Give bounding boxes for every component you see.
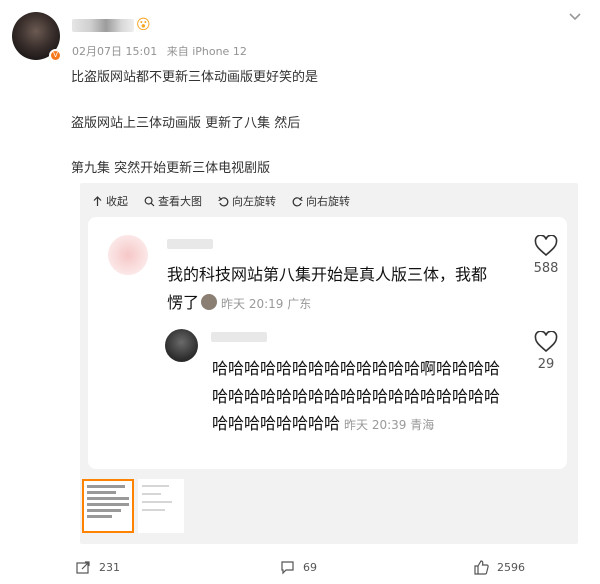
thumbnail-strip [80, 479, 190, 535]
comment-icon [281, 561, 294, 575]
rotate-left-button[interactable]: 向左旋转 [218, 193, 276, 209]
comment-like: 588 [526, 235, 566, 276]
user-emoji-icon: 😮 [136, 17, 151, 33]
surprised-emoji-icon [201, 294, 218, 310]
thumbnail-selected[interactable] [82, 479, 134, 533]
commenter-avatar [108, 235, 148, 275]
post-text-line: 比盗版网站都不更新三体动画版更好笑的是 [71, 70, 319, 85]
rotate-right-icon [292, 196, 303, 206]
comment-count: 69 [303, 561, 317, 574]
view-large-button[interactable]: 查看大图 [144, 193, 202, 209]
rotate-left-label: 向左旋转 [232, 195, 276, 208]
like-button[interactable]: 2596 [474, 560, 525, 575]
post-actions: 231 69 2596 [0, 556, 600, 580]
post-meta: 02月07日 15:01 来自 iPhone 12 [72, 43, 253, 59]
comment-button[interactable]: 69 [280, 560, 317, 575]
expanded-media: 收起 查看大图 向左旋转 向右旋转 我的科技网站第八集开始是真人版三体，我都愣了… [80, 183, 578, 544]
commenter-name-redacted [167, 239, 213, 249]
collapse-icon [93, 195, 102, 206]
heart-icon [534, 235, 558, 257]
reply-text: 哈哈哈哈哈哈哈哈哈哈哈哈哈啊哈哈哈哈哈哈哈哈哈哈哈哈哈哈哈哈哈哈哈哈哈哈哈哈哈哈… [212, 355, 502, 440]
reply-time-location: 昨天 20:39 青海 [344, 418, 435, 432]
more-icon[interactable] [568, 10, 582, 24]
media-toolbar: 收起 查看大图 向左旋转 向右旋转 [92, 193, 350, 209]
rotate-right-label: 向右旋转 [306, 195, 350, 208]
verified-badge-icon: V [49, 49, 62, 62]
reply-avatar [165, 329, 198, 362]
comment-screenshot: 我的科技网站第八集开始是真人版三体，我都愣了 昨天 20:19 广东 588 哈哈… [88, 217, 567, 469]
repost-icon [76, 561, 90, 574]
comment-text: 我的科技网站第八集开始是真人版三体，我都愣了 昨天 20:19 广东 [167, 261, 487, 318]
reply-like: 29 [526, 331, 566, 372]
username-redacted[interactable] [72, 19, 134, 32]
like-icon [474, 560, 489, 575]
view-large-label: 查看大图 [158, 195, 202, 208]
like-count: 2596 [497, 561, 525, 574]
comment-time-location: 昨天 20:19 广东 [221, 297, 312, 311]
rotate-left-icon [218, 196, 229, 206]
collapse-label: 收起 [106, 195, 128, 208]
repost-count: 231 [99, 561, 120, 574]
post-text-line: 盗版网站上三体动画版 更新了八集 然后 [71, 116, 301, 131]
collapse-button[interactable]: 收起 [92, 193, 128, 209]
rotate-right-button[interactable]: 向右旋转 [292, 193, 350, 209]
heart-icon [534, 331, 558, 353]
search-icon [144, 196, 155, 206]
post-text-line: 第九集 突然开始更新三体电视剧版 [71, 161, 271, 176]
post-source: 来自 iPhone 12 [166, 45, 247, 58]
repost-button[interactable]: 231 [76, 560, 120, 575]
reply-name-redacted [211, 332, 267, 342]
like-count: 588 [533, 261, 559, 276]
like-count: 29 [537, 357, 555, 372]
post-date[interactable]: 02月07日 15:01 [72, 45, 157, 58]
thumbnail[interactable] [138, 479, 184, 533]
